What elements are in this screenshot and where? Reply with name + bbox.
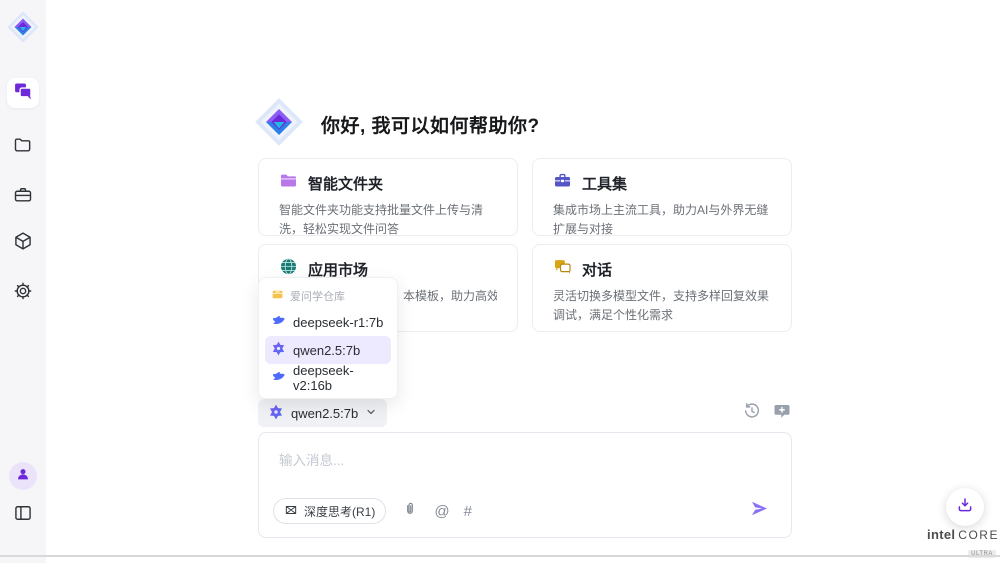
qwen-icon (268, 404, 284, 423)
sidebar-item-models[interactable] (7, 228, 39, 258)
send-icon (750, 499, 769, 523)
sidebar-collapse-button[interactable] (7, 500, 39, 530)
warehouse-icon (271, 288, 284, 304)
cube-icon (13, 231, 33, 256)
deep-think-label: 深度思考(R1) (304, 503, 375, 520)
app-logo-icon (6, 10, 40, 44)
hash-icon: # (464, 503, 472, 520)
send-button[interactable] (750, 499, 769, 523)
model-selector[interactable]: qwen2.5:7b (258, 399, 387, 427)
model-option-label: qwen2.5:7b (293, 343, 360, 358)
user-avatar[interactable] (9, 462, 37, 490)
greeting-row: 你好, 我可以如何帮助你? (253, 96, 540, 153)
download-button[interactable] (946, 488, 984, 526)
history-button[interactable] (742, 403, 762, 423)
model-option-deepseek-v2[interactable]: deepseek-v2:16b (265, 364, 391, 392)
sidebar-item-chat[interactable] (7, 78, 39, 108)
composer-toolbar: 深度思考(R1) @ # (273, 497, 777, 525)
mention-icon: @ (434, 503, 449, 520)
panel-toggle-icon (13, 503, 33, 528)
card-description: 灵活切换多模型文件，支持多样回复效果调试，满足个性化需求 (553, 287, 771, 324)
qwen-icon (271, 341, 286, 359)
model-option-deepseek-r1[interactable]: deepseek-r1:7b (265, 308, 391, 336)
deepseek-icon (271, 313, 286, 331)
model-selector-value: qwen2.5:7b (291, 406, 358, 421)
model-option-label: deepseek-v2:16b (293, 363, 385, 393)
sidebar-item-toolbox[interactable] (7, 182, 39, 212)
settings-icon (13, 281, 33, 306)
model-group-label: 爱问学仓库 (290, 288, 345, 304)
chat-icon (13, 81, 33, 106)
sidebar (0, 0, 46, 563)
chevron-down-icon (365, 406, 377, 421)
smart-folder-icon (279, 171, 298, 195)
model-group-header: 爱问学仓库 (265, 284, 391, 308)
app-window: 你好, 我可以如何帮助你? 智能文件夹 智能文件夹功能支持批量文件上传与清洗，轻… (0, 0, 1000, 563)
deep-think-icon (284, 503, 298, 520)
model-selector-row: qwen2.5:7b (258, 399, 792, 427)
deep-think-toggle[interactable]: 深度思考(R1) (273, 498, 386, 524)
user-avatar-icon (15, 466, 31, 487)
greeting-logo-icon (253, 96, 305, 153)
card-description: 智能文件夹功能支持批量文件上传与清洗，轻松实现文件问答 (279, 201, 497, 236)
dialog-icon (553, 257, 572, 281)
deepseek-icon (271, 369, 286, 387)
core-wordmark: core (958, 528, 999, 542)
mention-button[interactable]: @ (434, 504, 449, 519)
message-input[interactable] (273, 445, 777, 497)
intel-wordmark: intel (927, 527, 955, 542)
toolbox-icon (553, 171, 572, 195)
card-description: 集成市场上主流工具，助力AI与外界无缝扩展与对接 (553, 201, 771, 236)
sidebar-item-settings[interactable] (7, 278, 39, 308)
new-chat-icon (773, 402, 791, 425)
sidebar-item-folders[interactable] (7, 132, 39, 162)
greeting-title: 你好, 我可以如何帮助你? (321, 111, 540, 138)
folder-icon (13, 135, 33, 160)
new-chat-button[interactable] (772, 403, 792, 423)
window-bottom-edge (0, 555, 1000, 557)
card-title: 对话 (582, 259, 612, 280)
paperclip-icon (402, 501, 418, 522)
feature-card-toolset[interactable]: 工具集 集成市场上主流工具，助力AI与外界无缝扩展与对接 (532, 158, 792, 236)
briefcase-icon (13, 185, 33, 210)
conversation-tools (742, 403, 792, 423)
model-option-qwen[interactable]: qwen2.5:7b (265, 336, 391, 364)
model-option-label: deepseek-r1:7b (293, 315, 383, 330)
message-composer: 深度思考(R1) @ # (258, 432, 792, 538)
feature-card-dialog[interactable]: 对话 灵活切换多模型文件，支持多样回复效果调试，满足个性化需求 (532, 244, 792, 332)
model-dropdown: 爱问学仓库 deepseek-r1:7b qwen2.5:7b (258, 277, 398, 399)
hash-button[interactable]: # (464, 504, 472, 519)
feature-card-smart-folder[interactable]: 智能文件夹 智能文件夹功能支持批量文件上传与清洗，轻松实现文件问答 (258, 158, 518, 236)
attach-file-button[interactable] (400, 501, 420, 521)
card-title: 工具集 (582, 173, 627, 194)
card-title: 智能文件夹 (308, 173, 383, 194)
download-icon (956, 496, 974, 519)
history-icon (743, 402, 761, 425)
